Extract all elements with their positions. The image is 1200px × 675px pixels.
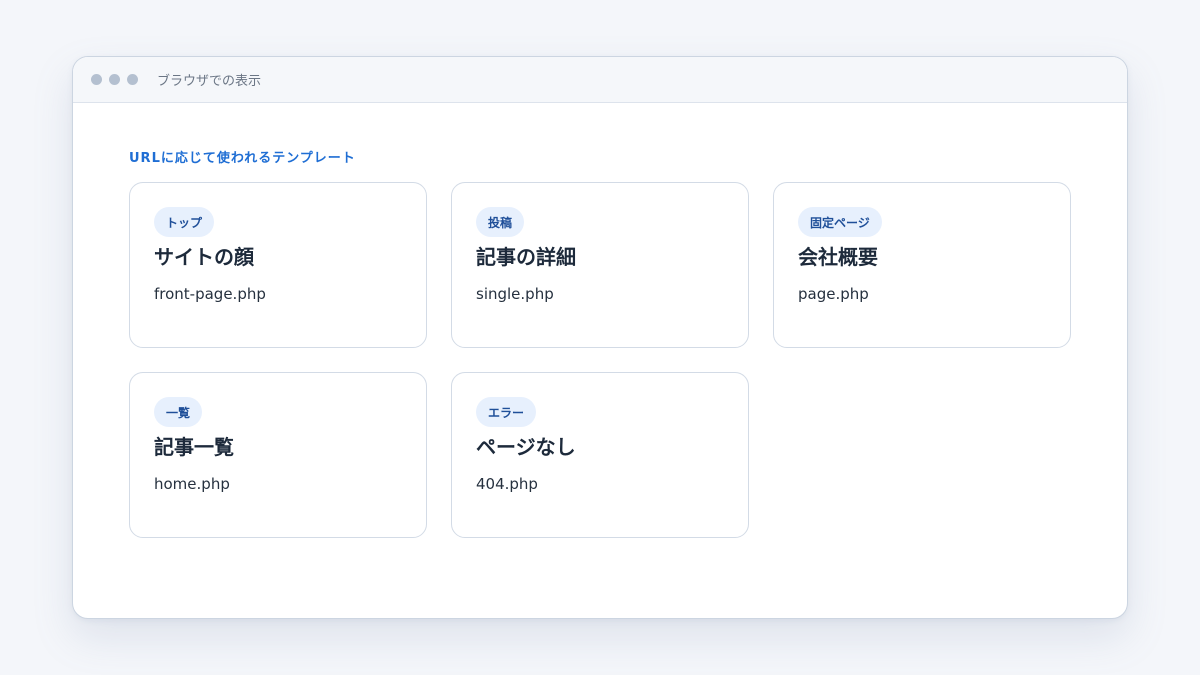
window-title: ブラウザでの表示 [157,74,262,89]
card-title: 記事一覧 [154,435,234,459]
category-badge: トップ [154,207,215,237]
window-control-dot[interactable] [127,74,138,85]
category-badge: 投稿 [476,207,525,237]
card-title: サイトの顔 [154,245,254,269]
template-filename: home.php [154,475,230,493]
window-control-dot[interactable] [109,74,120,85]
category-badge: エラー [476,397,537,427]
template-filename: page.php [798,285,869,303]
template-filename: front-page.php [154,285,266,303]
category-badge: 固定ページ [798,207,882,237]
template-card-single[interactable]: 投稿 記事の詳細 single.php [451,182,749,348]
card-title: ページなし [476,435,576,459]
section-heading: URLに応じて使われるテンプレート [129,151,356,166]
card-title: 記事の詳細 [476,245,576,269]
card-title: 会社概要 [798,245,878,269]
template-card-home[interactable]: 一覧 記事一覧 home.php [129,372,427,538]
title-bar: ブラウザでの表示 [73,57,1127,103]
browser-window: ブラウザでの表示 URLに応じて使われるテンプレート トップ サイトの顔 fro… [72,56,1128,619]
window-control-dot[interactable] [91,74,102,85]
template-card-front-page[interactable]: トップ サイトの顔 front-page.php [129,182,427,348]
category-badge: 一覧 [154,397,203,427]
template-card-404[interactable]: エラー ページなし 404.php [451,372,749,538]
template-filename: 404.php [476,475,538,493]
template-card-page[interactable]: 固定ページ 会社概要 page.php [773,182,1071,348]
template-filename: single.php [476,285,554,303]
